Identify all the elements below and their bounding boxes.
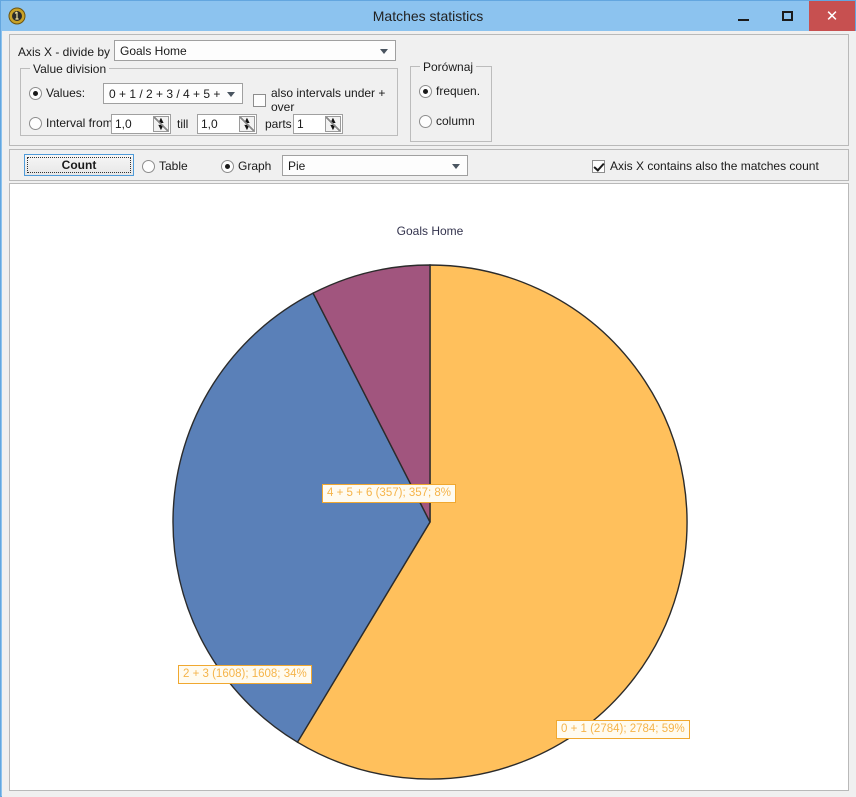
- chart-panel: Goals Home 4 + 5 + 6 (357); 357; 8% 2 + …: [9, 183, 849, 791]
- radio-interval-indicator: [29, 116, 42, 130]
- close-icon: ✕: [825, 7, 839, 25]
- options-panel: Axis X - divide by Goals Home Value divi…: [9, 34, 849, 146]
- maximize-button[interactable]: [765, 1, 809, 31]
- also-intervals-checkbox[interactable]: also intervals under + over: [253, 86, 397, 114]
- parts-label: parts: [265, 117, 292, 131]
- value-division-title: Value division: [30, 62, 110, 76]
- stepper-slash: [240, 117, 254, 131]
- client-area: Axis X - divide by Goals Home Value divi…: [2, 31, 856, 797]
- axis-x-matches-count-indicator: [592, 159, 605, 173]
- interval-till-input[interactable]: 1,0 ▲ ▼: [197, 114, 257, 134]
- pie-slice-label-2: 2 + 3 (1608); 1608; 34%: [178, 665, 312, 684]
- porownaj-title: Porównaj: [420, 60, 477, 74]
- pie-slice-label-3: 4 + 5 + 6 (357); 357; 8%: [322, 484, 457, 503]
- values-combo[interactable]: 0 + 1 / 2 + 3 / 4 + 5 +: [103, 83, 243, 104]
- radio-column[interactable]: column: [419, 114, 475, 128]
- axis-x-matches-count-checkbox[interactable]: Axis X contains also the matches count: [592, 159, 819, 173]
- values-combo-value: 0 + 1 / 2 + 3 / 4 + 5 +: [109, 86, 221, 101]
- radio-frequen-label: frequen.: [436, 84, 481, 98]
- minimize-icon: [737, 18, 749, 21]
- count-button[interactable]: Count: [24, 154, 134, 176]
- stepper-slash: [154, 117, 168, 131]
- close-button[interactable]: ✕: [809, 1, 855, 31]
- maximize-icon: [781, 11, 793, 21]
- radio-frequen-indicator: [419, 84, 432, 98]
- parts-input[interactable]: 1 ▲ ▼: [293, 114, 343, 134]
- interval-from-input[interactable]: 1,0 ▲ ▼: [111, 114, 171, 134]
- porownaj-group: Porównaj frequen. column: [410, 60, 492, 142]
- till-label: till: [177, 117, 189, 131]
- radio-table-label: Table: [159, 159, 188, 173]
- graph-type-value: Pie: [288, 158, 306, 173]
- radio-values-label: Values:: [46, 86, 86, 100]
- title-bar: Matches statistics ✕: [1, 1, 855, 31]
- graph-type-select[interactable]: Pie: [282, 155, 468, 176]
- radio-table[interactable]: Table: [142, 159, 188, 173]
- radio-graph-label: Graph: [238, 159, 272, 173]
- matches-statistics-window: Matches statistics ✕ Axis X - divide by …: [0, 0, 856, 797]
- axis-x-label: Axis X - divide by: [18, 45, 111, 59]
- interval-from-stepper[interactable]: ▲ ▼: [153, 116, 169, 132]
- chevron-down-icon: [380, 48, 388, 54]
- radio-table-indicator: [142, 159, 155, 173]
- radio-column-indicator: [419, 114, 432, 128]
- also-intervals-label: also intervals under + over: [271, 86, 386, 114]
- radio-graph-indicator: [221, 159, 234, 173]
- pie-slice-label-1: 0 + 1 (2784); 2784; 59%: [556, 720, 690, 739]
- stepper-slash: [326, 117, 340, 131]
- pie-chart: 4 + 5 + 6 (357); 357; 8% 2 + 3 (1608); 1…: [10, 184, 848, 790]
- window-buttons: ✕: [721, 1, 855, 31]
- radio-column-label: column: [436, 114, 475, 128]
- interval-till-stepper[interactable]: ▲ ▼: [239, 116, 255, 132]
- radio-values[interactable]: Values:: [29, 86, 85, 100]
- parts-value: 1: [297, 117, 304, 131]
- interval-till-value: 1,0: [201, 117, 218, 131]
- interval-from-value: 1,0: [115, 117, 132, 131]
- axis-x-matches-count-label: Axis X contains also the matches count: [610, 159, 819, 173]
- radio-graph[interactable]: Graph: [221, 159, 271, 173]
- axis-x-divide-by-select[interactable]: Goals Home: [114, 40, 396, 61]
- parts-stepper[interactable]: ▲ ▼: [325, 116, 341, 132]
- minimize-button[interactable]: [721, 1, 765, 31]
- chevron-down-icon: [452, 163, 460, 169]
- focus-rectangle: [27, 157, 131, 173]
- radio-interval[interactable]: Interval from: [29, 116, 113, 130]
- results-toolbar: Count Table Graph Pie Axis X contains al…: [9, 149, 849, 181]
- value-division-group: Value division Values: 0 + 1 / 2 + 3 / 4…: [20, 62, 398, 136]
- radio-frequen[interactable]: frequen.: [419, 84, 480, 98]
- axis-x-divide-by-value: Goals Home: [120, 43, 187, 58]
- chevron-down-icon: [227, 91, 235, 97]
- radio-interval-label: Interval from: [46, 116, 113, 130]
- radio-values-indicator: [29, 86, 42, 100]
- also-intervals-check-indicator: [253, 93, 266, 107]
